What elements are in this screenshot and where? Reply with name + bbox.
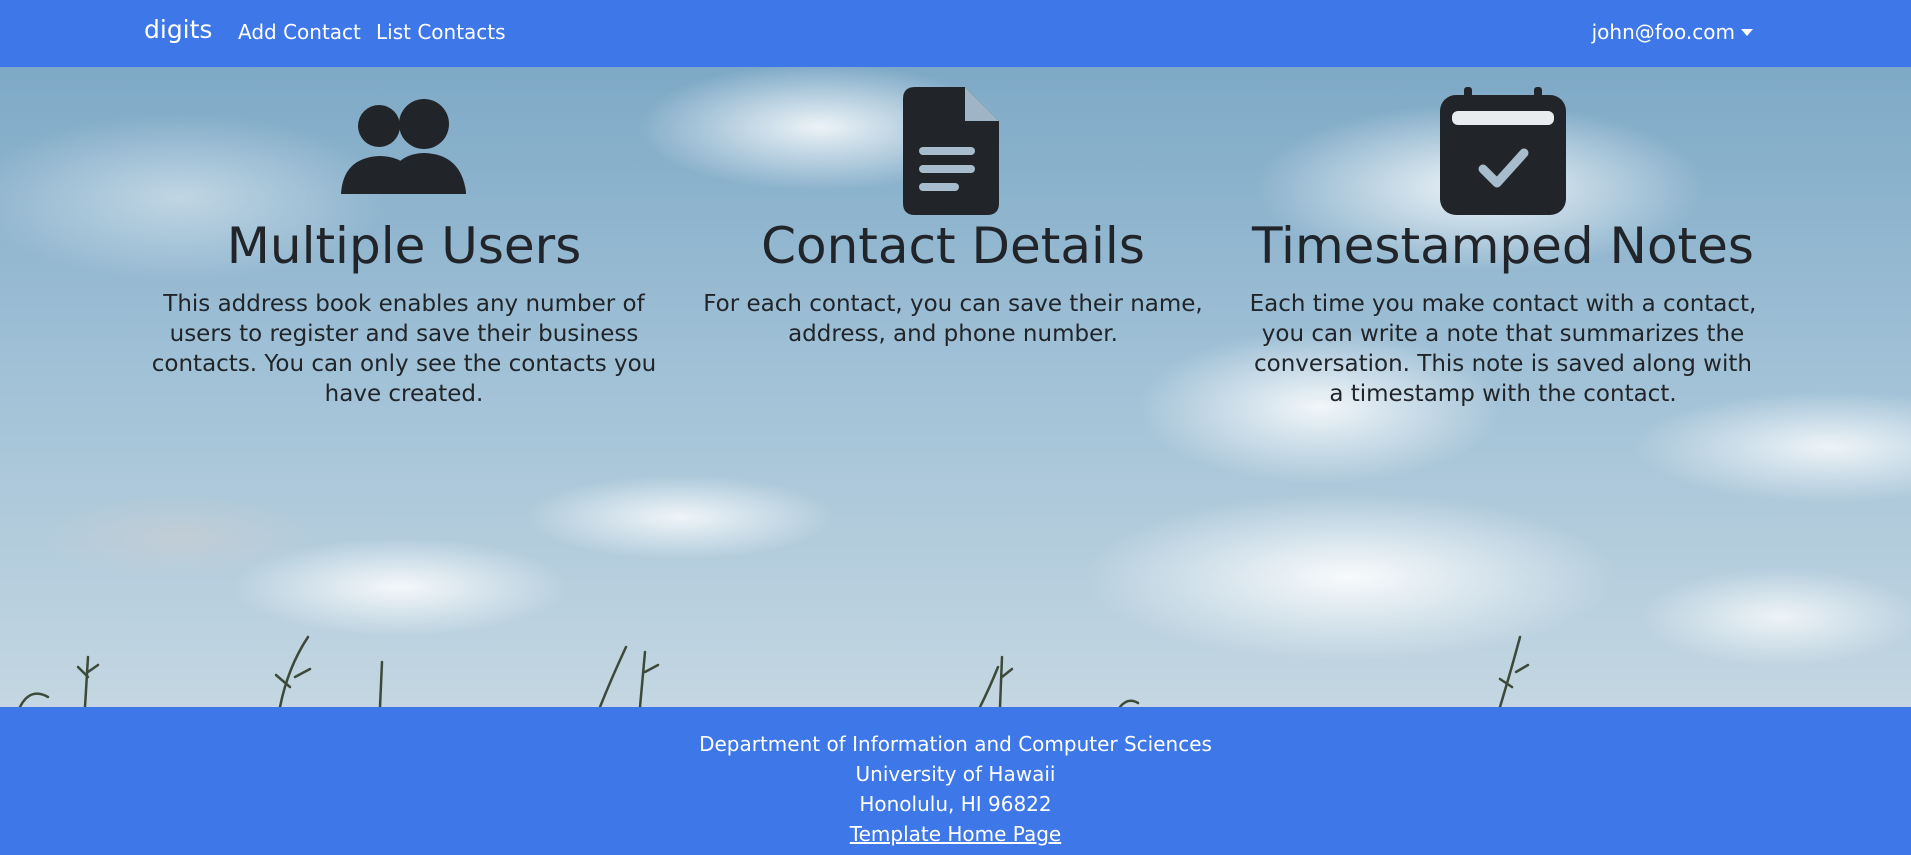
footer-department: Department of Information and Computer S… — [699, 732, 1212, 756]
users-icon — [341, 99, 466, 194]
feature-title: Timestamped Notes — [1252, 217, 1754, 275]
footer-address: Honolulu, HI 96822 — [859, 792, 1052, 816]
grass-silhouette — [18, 635, 1530, 707]
feature-contact-details: Contact Details For each contact, you ca… — [693, 87, 1213, 349]
brand-link[interactable]: digits — [144, 15, 212, 44]
nav-add-contact-link[interactable]: Add Contact — [238, 20, 361, 44]
feature-timestamped-notes: Timestamped Notes Each time you make con… — [1243, 87, 1763, 409]
feature-description: For each contact, you can save their nam… — [703, 291, 1203, 347]
feature-description: Each time you make contact with a contac… — [1249, 291, 1757, 407]
top-navbar: digits Add Contact List Contacts john@fo… — [0, 0, 1911, 67]
calendar-check-icon — [1440, 87, 1566, 215]
landing-hero: Multiple Users This address book enables… — [0, 67, 1911, 707]
user-email-label: john@foo.com — [1591, 20, 1735, 44]
feature-title: Multiple Users — [226, 217, 582, 275]
feature-description: This address book enables any number of … — [151, 291, 657, 407]
page-footer: Department of Information and Computer S… — [0, 707, 1911, 855]
template-home-page-link[interactable]: Template Home Page — [0, 819, 1911, 849]
file-icon — [903, 87, 999, 215]
nav-list-contacts-link[interactable]: List Contacts — [376, 20, 506, 44]
feature-title: Contact Details — [761, 217, 1145, 275]
footer-university: University of Hawaii — [855, 762, 1056, 786]
feature-multiple-users: Multiple Users This address book enables… — [144, 87, 664, 409]
user-dropdown-toggle[interactable]: john@foo.com — [1592, 20, 1753, 44]
caret-down-icon — [1741, 28, 1753, 36]
